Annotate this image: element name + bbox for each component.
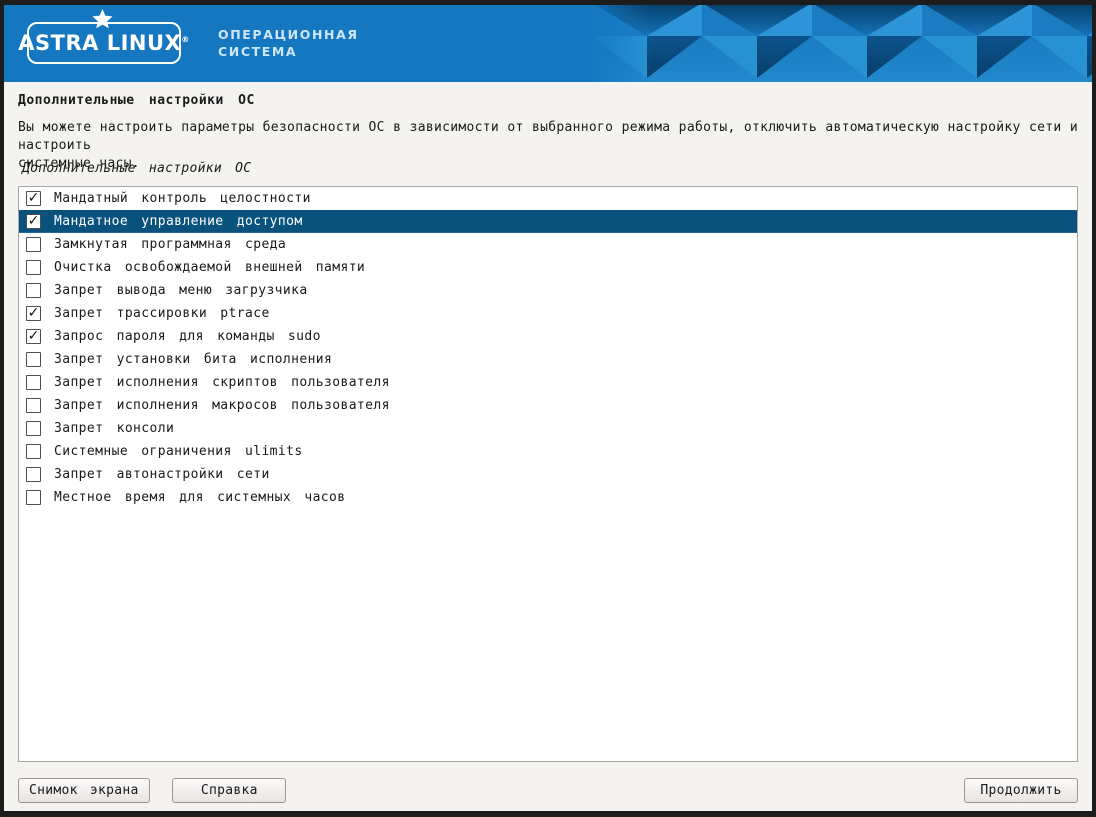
option-label: Системные ограничения ulimits [54, 444, 303, 459]
brand-text: ОПЕРАЦИОННАЯ СИСТЕМА [218, 26, 359, 60]
option-label: Запрет исполнения макросов пользователя [54, 398, 390, 413]
checkbox-icon[interactable]: ✓ [26, 329, 41, 344]
list-item[interactable]: ✓ Очистка освобождаемой внешней памяти [19, 256, 1077, 279]
checkbox-icon[interactable]: ✓ [26, 260, 41, 275]
checkbox-icon[interactable]: ✓ [26, 237, 41, 252]
option-label: Запрет автонастройки сети [54, 467, 270, 482]
list-item[interactable]: ✓ Запрет вывода меню загрузчика [19, 279, 1077, 302]
brand-line2: СИСТЕМА [218, 43, 359, 60]
list-item[interactable]: ✓ Местное время для системных часов [19, 486, 1077, 509]
checkbox-icon[interactable]: ✓ [26, 352, 41, 367]
checkbox-icon[interactable]: ✓ [26, 444, 41, 459]
description-line-1: Вы можете настроить параметры безопаснос… [18, 119, 1078, 155]
main-content: Дополнительные настройки ОС Вы можете на… [4, 82, 1092, 811]
option-label: Мандатное управление доступом [54, 214, 303, 229]
checkbox-icon[interactable]: ✓ [26, 306, 41, 321]
checkbox-icon[interactable]: ✓ [26, 421, 41, 436]
help-button[interactable]: Справка [172, 778, 286, 803]
list-item[interactable]: ✓ Запрет установки бита исполнения [19, 348, 1077, 371]
logo-text: ASTRA LINUX® [18, 31, 189, 55]
checkmark-icon: ✓ [28, 191, 40, 205]
list-item[interactable]: ✓ Запрет исполнения скриптов пользовател… [19, 371, 1077, 394]
list-item[interactable]: ✓ Запрет консоли [19, 417, 1077, 440]
checkbox-icon[interactable]: ✓ [26, 467, 41, 482]
options-list[interactable]: ✓ Мандатный контроль целостности ✓ Манда… [18, 186, 1078, 762]
brand-line1: ОПЕРАЦИОННАЯ [218, 26, 359, 43]
option-label: Запрос пароля для команды sudo [54, 329, 321, 344]
pattern-fade [582, 5, 652, 82]
screenshot-button[interactable]: Снимок экрана [18, 778, 150, 803]
list-item[interactable]: ✓ Запрос пароля для команды sudo [19, 325, 1077, 348]
checkbox-icon[interactable]: ✓ [26, 490, 41, 505]
list-item[interactable]: ✓ Запрет трассировки ptrace [19, 302, 1077, 325]
checkbox-icon[interactable]: ✓ [26, 375, 41, 390]
option-label: Очистка освобождаемой внешней памяти [54, 260, 365, 275]
checkbox-icon[interactable]: ✓ [26, 191, 41, 206]
list-item[interactable]: ✓ Запрет исполнения макросов пользовател… [19, 394, 1077, 417]
installer-window: ASTRA LINUX® ОПЕРАЦИОННАЯ СИСТЕМА Дополн… [0, 0, 1096, 817]
checkbox-icon[interactable]: ✓ [26, 398, 41, 413]
option-label: Мандатный контроль целостности [54, 191, 311, 206]
option-label: Замкнутая программная среда [54, 237, 286, 252]
option-label: Запрет вывода меню загрузчика [54, 283, 308, 298]
list-item[interactable]: ✓ Запрет автонастройки сети [19, 463, 1077, 486]
star-icon [92, 9, 113, 29]
option-label: Запрет установки бита исполнения [54, 352, 332, 367]
checkmark-icon: ✓ [28, 306, 40, 320]
option-label: Местное время для системных часов [54, 490, 345, 505]
checkbox-icon[interactable]: ✓ [26, 283, 41, 298]
list-item[interactable]: ✓ Системные ограничения ulimits [19, 440, 1077, 463]
page-title: Дополнительные настройки ОС [18, 93, 1078, 108]
button-bar: Снимок экрана Справка Продолжить [18, 778, 1078, 803]
header-diamond-pattern [592, 5, 1092, 82]
registered-mark-icon: ® [181, 35, 190, 44]
header-banner: ASTRA LINUX® ОПЕРАЦИОННАЯ СИСТЕМА [4, 5, 1092, 82]
option-label: Запрет исполнения скриптов пользователя [54, 375, 390, 390]
list-item[interactable]: ✓ Замкнутая программная среда [19, 233, 1077, 256]
list-item[interactable]: ✓ Мандатное управление доступом [19, 210, 1077, 233]
option-label: Запрет консоли [54, 421, 174, 436]
checkmark-icon: ✓ [28, 214, 40, 228]
options-group-label: Дополнительные настройки ОС [22, 161, 1078, 176]
list-item[interactable]: ✓ Мандатный контроль целостности [19, 187, 1077, 210]
checkmark-icon: ✓ [28, 329, 40, 343]
option-label: Запрет трассировки ptrace [54, 306, 270, 321]
checkbox-icon[interactable]: ✓ [26, 214, 41, 229]
continue-button[interactable]: Продолжить [964, 778, 1078, 803]
